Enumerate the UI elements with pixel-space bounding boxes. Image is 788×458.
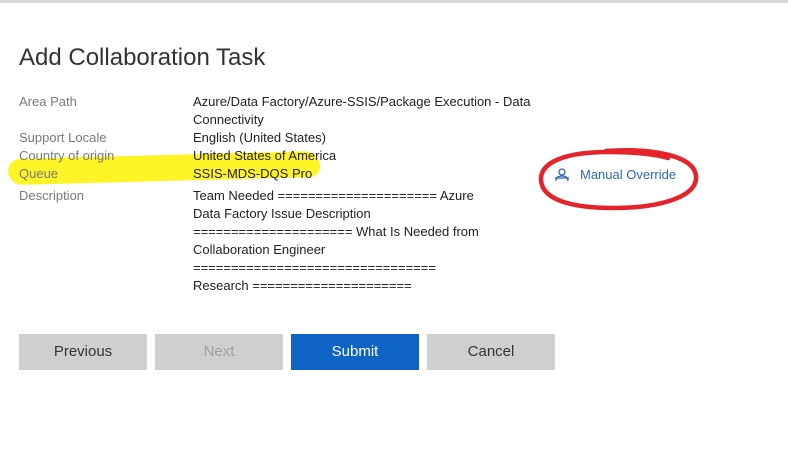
top-divider (0, 0, 788, 3)
area-path-value-line1: Azure/Data Factory/Azure-SSIS/Package Ex… (193, 94, 531, 109)
area-path-value-line2: Connectivity (193, 112, 264, 127)
queue-value: SSIS-MDS-DQS Pro (193, 166, 313, 181)
manual-override-label: Manual Override (580, 167, 677, 182)
cancel-button[interactable]: Cancel (427, 334, 555, 370)
description-label: Description (19, 188, 85, 203)
description-line: Data Factory Issue Description (193, 206, 371, 221)
country-value: United States of America (193, 148, 337, 163)
area-path-label: Area Path (19, 94, 77, 109)
description-line: Team Needed ===================== Azure (193, 188, 474, 203)
support-locale-label: Support Locale (19, 130, 107, 145)
country-label: Country of origin (19, 148, 115, 163)
description-line: ================================ (193, 260, 436, 275)
manual-override-link[interactable]: Manual Override (554, 166, 676, 184)
description-line: Collaboration Engineer (193, 242, 326, 257)
next-button[interactable]: Next (155, 334, 283, 370)
description-line: Research ===================== (193, 278, 412, 293)
queue-label: Queue (19, 166, 59, 181)
page-title: Add Collaboration Task (19, 44, 266, 71)
description-line: ===================== What Is Needed fro… (193, 224, 479, 239)
previous-button[interactable]: Previous (19, 334, 147, 370)
support-locale-value: English (United States) (193, 130, 326, 145)
submit-button[interactable]: Submit (291, 334, 419, 370)
user-gear-icon (554, 167, 570, 183)
